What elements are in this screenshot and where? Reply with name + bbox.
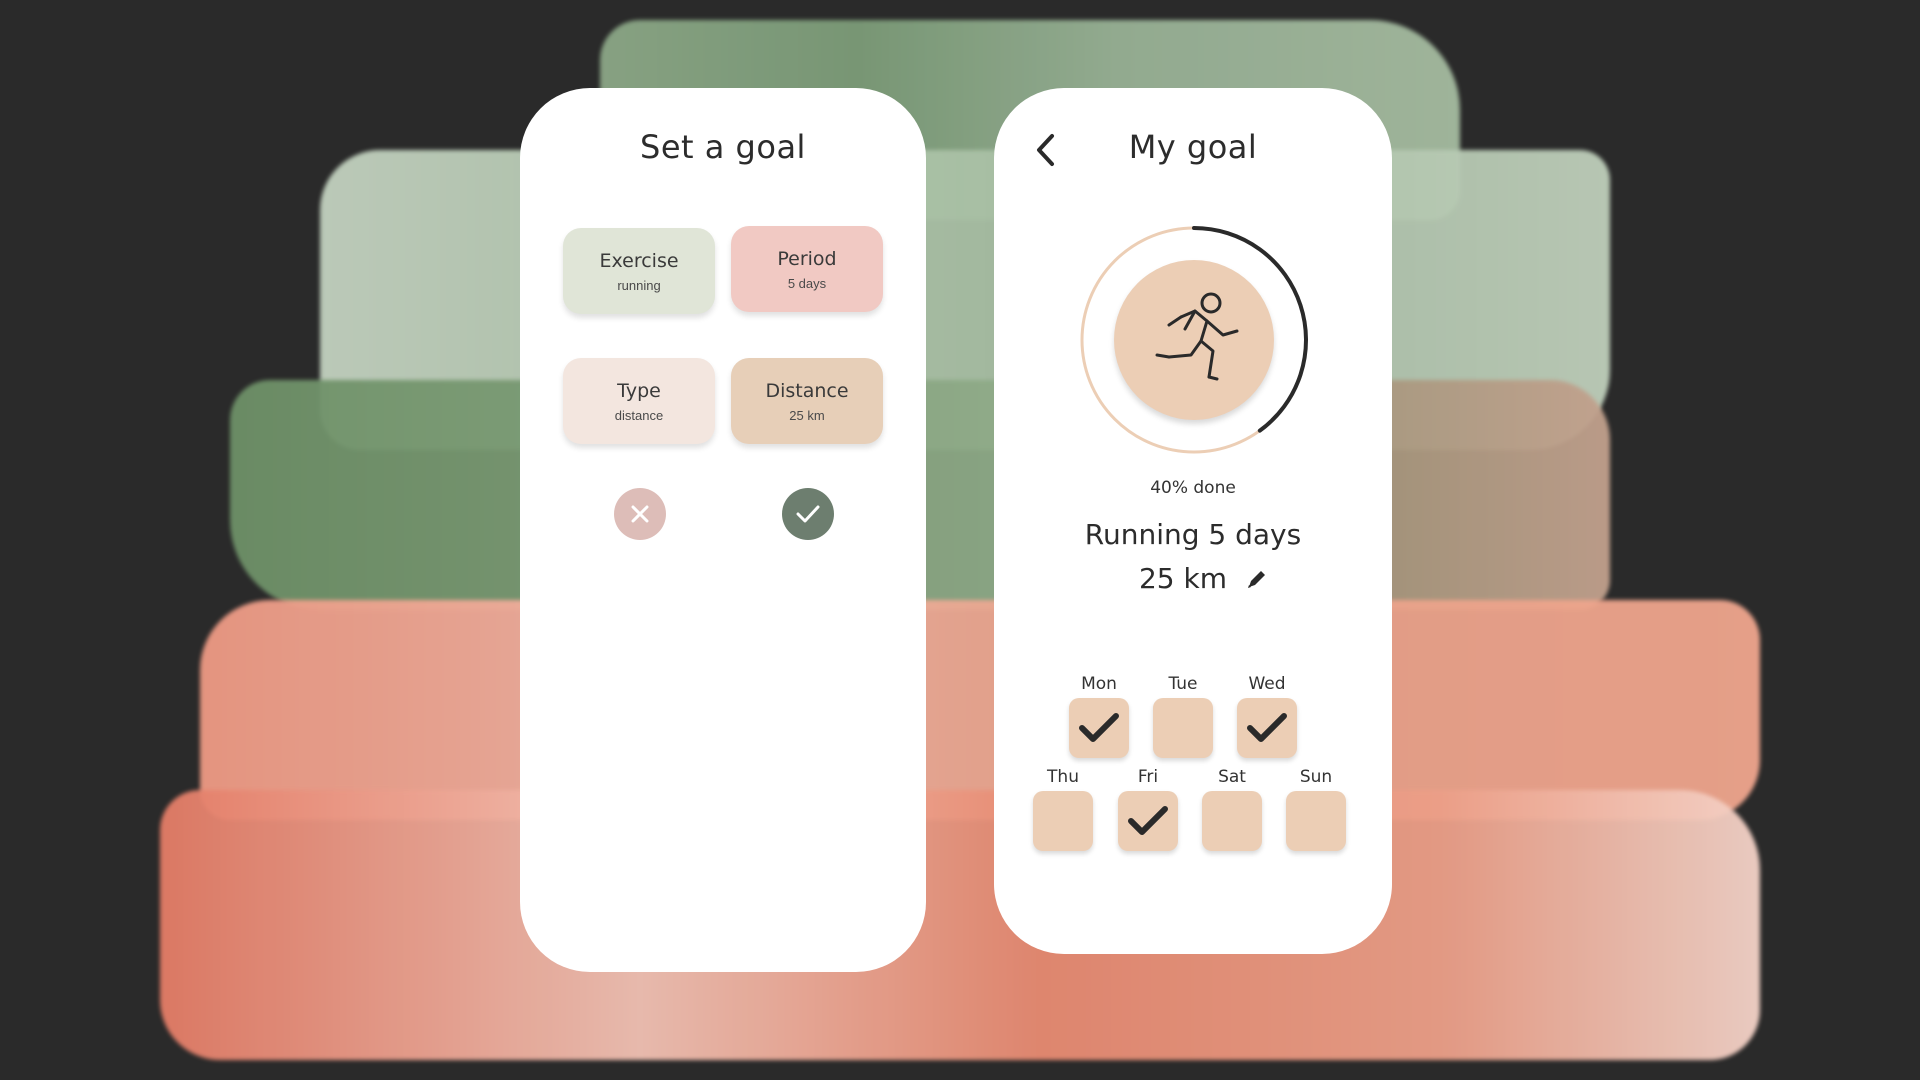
set-goal-screen: Set a goal Exercise running Period 5 day… bbox=[520, 88, 926, 972]
distance-tile[interactable]: Distance 25 km bbox=[731, 358, 883, 444]
page-title: My goal bbox=[1128, 128, 1258, 166]
check-icon bbox=[1128, 806, 1168, 835]
day-checkbox[interactable] bbox=[1069, 698, 1129, 758]
day-tue: Tue bbox=[1152, 674, 1214, 758]
day-label: Sat bbox=[1218, 767, 1246, 787]
day-fri: Fri bbox=[1117, 767, 1179, 851]
day-checkbox[interactable] bbox=[1286, 791, 1346, 851]
day-checkbox[interactable] bbox=[1237, 698, 1297, 758]
day-sat: Sat bbox=[1201, 767, 1263, 851]
day-label: Tue bbox=[1168, 674, 1198, 694]
my-goal-screen: My goal 40% done Running 5 days 25 km Mo… bbox=[994, 88, 1392, 954]
goal-summary: Running 5 days bbox=[1084, 518, 1302, 551]
day-label: Mon bbox=[1081, 674, 1117, 694]
tile-value: 25 km bbox=[789, 407, 825, 423]
day-sun: Sun bbox=[1285, 767, 1347, 851]
type-tile[interactable]: Type distance bbox=[563, 358, 715, 444]
stage: Set a goal Exercise running Period 5 day… bbox=[0, 0, 1920, 1080]
avatar bbox=[1114, 260, 1274, 420]
day-thu: Thu bbox=[1032, 767, 1094, 851]
goal-distance: 25 km bbox=[1138, 562, 1228, 595]
tile-value: 5 days bbox=[787, 275, 827, 291]
day-checkbox[interactable] bbox=[1202, 791, 1262, 851]
check-icon bbox=[1079, 713, 1119, 742]
day-mon: Mon bbox=[1068, 674, 1130, 758]
close-icon bbox=[631, 505, 649, 523]
pencil-icon[interactable] bbox=[1245, 567, 1269, 591]
day-label: Wed bbox=[1248, 674, 1286, 694]
exercise-tile[interactable]: Exercise running bbox=[563, 228, 715, 314]
day-checkbox[interactable] bbox=[1118, 791, 1178, 851]
day-checkbox[interactable] bbox=[1033, 791, 1093, 851]
day-label: Fri bbox=[1137, 767, 1159, 787]
period-tile[interactable]: Period 5 days bbox=[731, 226, 883, 312]
watercolor-orange-top bbox=[200, 600, 1760, 820]
running-person-icon bbox=[1155, 292, 1239, 381]
day-wed: Wed bbox=[1236, 674, 1298, 758]
tile-label: Type bbox=[617, 379, 661, 402]
watercolor-orange-low bbox=[160, 790, 1760, 1060]
progress-label: 40% done bbox=[1150, 478, 1236, 498]
tile-value: running bbox=[617, 277, 661, 293]
goal-distance-row: 25 km bbox=[994, 562, 1392, 595]
day-label: Thu bbox=[1047, 767, 1079, 787]
cancel-button[interactable] bbox=[614, 488, 666, 540]
tile-label: Period bbox=[777, 247, 837, 270]
tile-label: Distance bbox=[765, 379, 849, 402]
page-title: Set a goal bbox=[640, 128, 806, 166]
day-checkbox[interactable] bbox=[1153, 698, 1213, 758]
tile-value: distance bbox=[614, 407, 664, 423]
confirm-button[interactable] bbox=[782, 488, 834, 540]
tile-label: Exercise bbox=[599, 249, 679, 272]
day-label: Sun bbox=[1299, 767, 1333, 787]
progress-ring bbox=[1078, 224, 1310, 456]
check-icon bbox=[1247, 713, 1287, 742]
check-icon bbox=[796, 505, 820, 523]
